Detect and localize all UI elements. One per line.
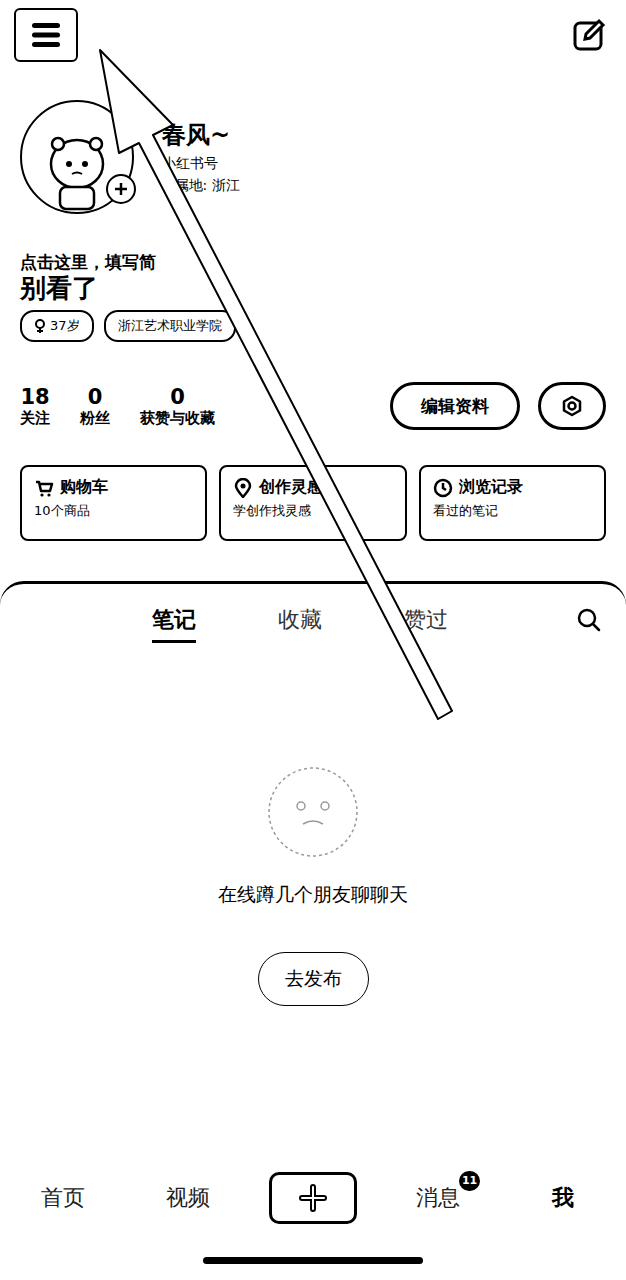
profile-text: 春风~ 小红书号 IP属地: 浙江 [162, 119, 240, 195]
home-indicator-area [0, 1240, 626, 1280]
empty-message: 在线蹲几个朋友聊聊天 [218, 882, 408, 908]
stats-row: 18关注0粉丝0获赞与收藏编辑资料 [20, 382, 606, 430]
clock-icon [433, 478, 453, 498]
home-indicator [203, 1257, 423, 1264]
edit-icon[interactable] [572, 18, 606, 52]
card-subtitle: 看过的笔记 [433, 502, 592, 520]
card-title: 浏览记录 [433, 477, 592, 498]
stat-label: 获赞与收藏 [140, 409, 215, 428]
stat-value: 0 [170, 385, 185, 409]
search-icon[interactable] [576, 607, 602, 633]
profile-header: 春风~ 小红书号 IP属地: 浙江点击这里，填写简别看了 37岁浙江艺术职业学院 18关… [0, 0, 626, 581]
tab[interactable]: 收藏 [278, 605, 322, 635]
user-name: 春风~ [162, 119, 240, 151]
tab[interactable]: 笔记 [152, 605, 196, 635]
stat-value: 18 [20, 385, 49, 409]
gender-icon [34, 319, 46, 333]
plus-icon [113, 181, 129, 197]
shortcut-card[interactable]: 创作灵感学创作找灵感 [219, 465, 406, 541]
stat-value: 0 [88, 385, 103, 409]
card-title: 创作灵感 [233, 477, 392, 498]
stats: 18关注0粉丝0获赞与收藏 [20, 385, 215, 428]
stat-item[interactable]: 0粉丝 [80, 385, 110, 428]
pin-icon [233, 478, 253, 498]
plus-icon [299, 1184, 327, 1212]
tab[interactable]: 赞过 [404, 605, 448, 635]
stat-label: 关注 [20, 409, 50, 428]
shortcut-card[interactable]: 购物车 10个商品 [20, 465, 207, 541]
profile-screen: 春风~ 小红书号 IP属地: 浙江点击这里，填写简别看了 37岁浙江艺术职业学院 18关… [0, 0, 626, 1280]
create-button[interactable] [269, 1172, 357, 1224]
nav-item[interactable]: 首页 [41, 1183, 85, 1213]
profile-tag[interactable]: 37岁 [20, 310, 94, 342]
card-subtitle: 10个商品 [34, 502, 193, 520]
profile-actions: 编辑资料 [390, 382, 606, 430]
user-id: 小红书号 [162, 155, 240, 173]
edit-profile-button[interactable]: 编辑资料 [390, 382, 520, 430]
tab-bar: 笔记 收藏 赞过 [0, 584, 626, 656]
ip-location: IP属地: 浙江 [162, 177, 240, 195]
empty-face-icon [267, 766, 359, 858]
overlay-caption: 别看了 [20, 272, 606, 304]
tag-list: 37岁浙江艺术职业学院 [20, 310, 606, 342]
empty-state: 在线蹲几个朋友聊聊天去发布 [0, 656, 626, 1006]
stat-label: 粉丝 [80, 409, 110, 428]
nav-item[interactable] [269, 1172, 357, 1224]
tab-indicator [152, 640, 196, 643]
nav-item[interactable]: 我 [552, 1183, 574, 1213]
profile-tag[interactable]: 浙江艺术职业学院 [104, 310, 236, 342]
content-sheet: 笔记 收藏 赞过在线蹲几个朋友聊聊天去发布 [0, 581, 626, 1155]
card-title: 购物车 [34, 477, 193, 498]
nav-item[interactable]: 视频 [166, 1183, 210, 1213]
stat-item[interactable]: 0获赞与收藏 [140, 385, 215, 428]
arrow-annotation [0, 0, 626, 1280]
nav-item[interactable]: 消息 11 [416, 1183, 460, 1213]
shortcut-cards: 购物车10个商品创作灵感学创作找灵感浏览记录看过的笔记 [20, 465, 606, 541]
publish-button[interactable]: 去发布 [258, 952, 369, 1006]
avatar[interactable] [20, 100, 134, 214]
profile-info: 春风~ 小红书号 IP属地: 浙江 [20, 100, 606, 214]
menu-icon [29, 20, 63, 50]
bio-hint[interactable]: 点击这里，填写简 [20, 252, 606, 272]
stat-item[interactable]: 18关注 [20, 385, 50, 428]
menu-button[interactable] [14, 8, 78, 62]
avatar-character-icon [42, 132, 112, 212]
gear-icon [559, 393, 585, 419]
top-bar [20, 10, 606, 60]
add-avatar-button[interactable] [106, 174, 136, 204]
bottom-nav: 首页 视频 消息 11 我 [0, 1155, 626, 1240]
shortcut-card[interactable]: 浏览记录看过的笔记 [419, 465, 606, 541]
message-badge: 11 [459, 1171, 480, 1191]
cart-icon [34, 478, 54, 498]
settings-button[interactable] [538, 382, 606, 430]
card-subtitle: 学创作找灵感 [233, 502, 392, 520]
